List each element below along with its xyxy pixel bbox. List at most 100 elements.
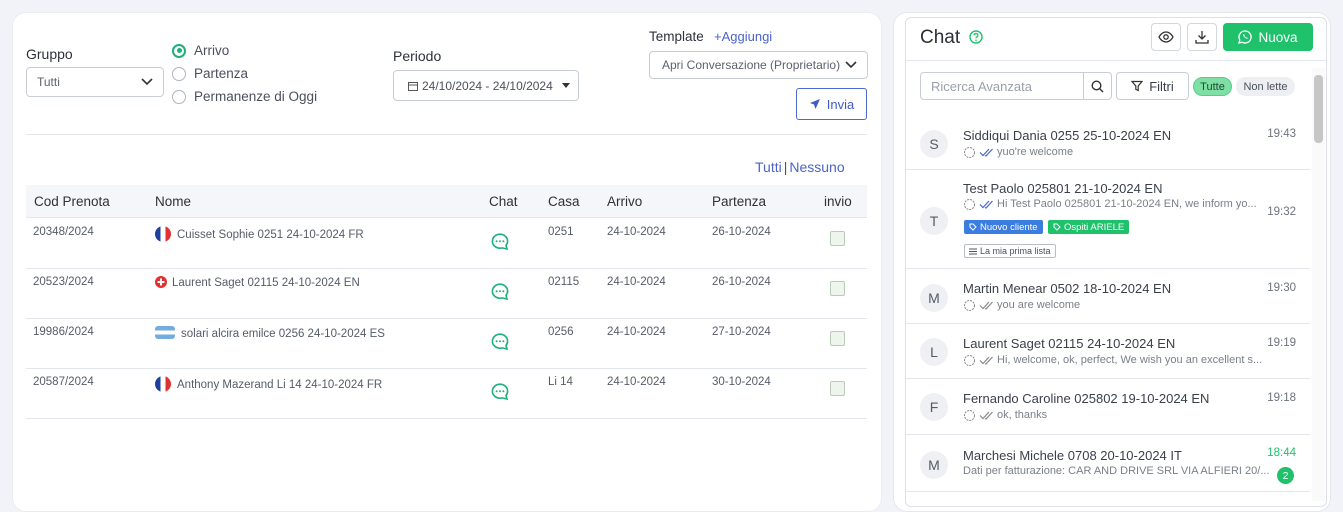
cell-arrivo: 24-10-2024 xyxy=(607,276,666,288)
periodo-select[interactable]: 24/10/2024 - 24/10/2024 xyxy=(393,70,579,101)
pill-unread[interactable]: Non lette xyxy=(1236,77,1295,96)
avatar: M xyxy=(920,451,948,479)
tag-icon xyxy=(969,223,977,231)
conversation-time: 19:18 xyxy=(1267,392,1296,404)
cell-casa: Li 14 xyxy=(548,376,573,388)
conversation-time: 18:44 xyxy=(1267,447,1296,459)
conversation-item[interactable]: T Test Paolo 025801 21-10-2024 EN Hi Tes… xyxy=(906,170,1310,269)
double-check-icon xyxy=(979,301,993,310)
cell-code: 19986/2024 xyxy=(33,326,94,338)
radio-permanenze[interactable]: Permanenze di Oggi xyxy=(172,89,317,104)
conversation-time: 19:30 xyxy=(1267,282,1296,294)
cell-partenza: 27-10-2024 xyxy=(712,326,771,338)
search-icon xyxy=(1091,79,1104,92)
select-none-link[interactable]: Nessuno xyxy=(789,159,844,175)
invio-checkbox[interactable] xyxy=(830,381,845,396)
filter-label: Filtri xyxy=(1149,78,1174,94)
message-text: Hi Test Paolo 025801 21-10-2024 EN, we i… xyxy=(997,198,1257,210)
conversation-item[interactable]: F Fernando Caroline 025802 19-10-2024 EN… xyxy=(906,379,1310,435)
message-text: you are welcome xyxy=(997,299,1081,311)
th-partenza: Partenza xyxy=(712,194,767,209)
calendar-icon xyxy=(408,81,418,91)
chat-icon[interactable] xyxy=(491,233,509,250)
eye-icon xyxy=(1158,31,1174,43)
table-row: 20348/2024 Cuisset Sophie 0251 24-10-202… xyxy=(26,219,867,269)
cell-casa: 02115 xyxy=(548,276,580,288)
th-casa: Casa xyxy=(548,194,580,209)
divider xyxy=(26,134,867,135)
conversation-item[interactable]: L Laurent Saget 02115 24-10-2024 EN Hi, … xyxy=(906,324,1310,379)
template-label: Template xyxy=(649,29,704,44)
conversation-name: Martin Menear 0502 18-10-2024 EN xyxy=(963,281,1172,296)
avatar: L xyxy=(920,338,948,366)
conversation-item[interactable]: M Marchesi Michele 0708 20-10-2024 IT Da… xyxy=(906,435,1310,492)
radio-partenza-dot[interactable] xyxy=(172,66,186,81)
cell-name: Laurent Saget 02115 24-10-2024 EN xyxy=(155,276,360,289)
guest-name: Cuisset Sophie 0251 24-10-2024 FR xyxy=(177,229,364,241)
invio-checkbox[interactable] xyxy=(830,331,845,346)
radio-permanenze-dot[interactable] xyxy=(172,89,186,104)
cell-code: 20348/2024 xyxy=(33,226,94,238)
chat-title-text: Chat xyxy=(920,27,961,48)
invia-button[interactable]: Invia xyxy=(796,88,867,120)
guest-name: Anthony Mazerand Li 14 24-10-2024 FR xyxy=(177,379,383,391)
new-chat-button[interactable]: Nuova xyxy=(1223,23,1313,51)
chat-icon[interactable] xyxy=(491,283,509,300)
cell-name: Cuisset Sophie 0251 24-10-2024 FR xyxy=(155,226,364,242)
cell-name: Anthony Mazerand Li 14 24-10-2024 FR xyxy=(155,376,382,392)
pill-all[interactable]: Tutte xyxy=(1193,77,1232,96)
chat-icon[interactable] xyxy=(491,333,509,350)
caret-down-icon xyxy=(562,83,570,88)
double-check-icon xyxy=(979,356,993,365)
list-tag[interactable]: La mia prima lista xyxy=(964,244,1056,258)
template-select[interactable]: Apri Conversazione (Proprietario) xyxy=(649,51,868,79)
guest-name: Laurent Saget 02115 24-10-2024 EN xyxy=(172,277,360,289)
invio-checkbox[interactable] xyxy=(830,281,845,296)
th-chat: Chat xyxy=(489,194,518,209)
chevron-down-icon xyxy=(141,78,153,86)
radio-partenza[interactable]: Partenza xyxy=(172,66,248,81)
flag-fr-icon xyxy=(155,376,171,392)
double-check-icon xyxy=(979,148,993,157)
invio-checkbox[interactable] xyxy=(830,231,845,246)
conversation-item[interactable]: S Siddiqui Dania 0255 25-10-2024 EN yuo'… xyxy=(906,116,1310,170)
conversation-time: 19:19 xyxy=(1267,337,1296,349)
table-row: 20523/2024 Laurent Saget 02115 24-10-202… xyxy=(26,269,867,319)
template-add-link[interactable]: +Aggiungi xyxy=(714,29,772,44)
tag-new-client[interactable]: Nuovo cliente xyxy=(964,220,1043,234)
radio-arrivo[interactable]: Arrivo xyxy=(172,43,229,58)
radio-arrivo-label: Arrivo xyxy=(194,43,230,58)
download-button[interactable] xyxy=(1187,23,1217,51)
send-icon xyxy=(809,99,820,109)
flag-fr-icon xyxy=(155,226,171,242)
cell-partenza: 26-10-2024 xyxy=(712,226,771,238)
download-icon xyxy=(1195,31,1209,44)
conversation-name: Marchesi Michele 0708 20-10-2024 IT xyxy=(963,448,1182,463)
scrollbar-thumb[interactable] xyxy=(1314,75,1323,143)
chat-icon[interactable] xyxy=(491,383,509,400)
message-text: Dati per fatturazione: CAR AND DRIVE SRL… xyxy=(963,465,1270,477)
conversation-preview: Hi, welcome, ok, perfect, We wish you an… xyxy=(963,354,1262,366)
radio-permanenze-label: Permanenze di Oggi xyxy=(194,89,318,104)
divider xyxy=(906,60,1326,61)
robot-icon xyxy=(964,299,975,311)
message-text: yuo're welcome xyxy=(997,146,1074,158)
guest-name: solari alcira emilce 0256 24-10-2024 ES xyxy=(181,328,385,340)
help-icon[interactable] xyxy=(969,30,984,44)
view-button[interactable] xyxy=(1151,23,1181,51)
template-value: Apri Conversazione (Proprietario) xyxy=(662,58,841,72)
search-input[interactable]: Ricerca Avanzata xyxy=(920,72,1084,100)
filter-button[interactable]: Filtri xyxy=(1116,72,1189,100)
th-arrivo: Arrivo xyxy=(607,194,643,209)
conversation-name: Fernando Caroline 025802 19-10-2024 EN xyxy=(963,391,1210,406)
avatar: T xyxy=(920,207,948,235)
search-button[interactable] xyxy=(1083,72,1112,100)
gruppo-select[interactable]: Tutti xyxy=(26,67,164,97)
select-all-link[interactable]: Tutti xyxy=(755,159,782,175)
conversation-name: Test Paolo 025801 21-10-2024 EN xyxy=(963,181,1163,196)
gruppo-label: Gruppo xyxy=(26,46,73,62)
tag-ariele[interactable]: Ospiti ARIELE xyxy=(1048,220,1130,234)
radio-arrivo-dot[interactable] xyxy=(172,43,186,58)
conversation-item[interactable]: M Martin Menear 0502 18-10-2024 EN you a… xyxy=(906,269,1310,324)
cell-name: solari alcira emilce 0256 24-10-2024 ES xyxy=(155,326,385,340)
